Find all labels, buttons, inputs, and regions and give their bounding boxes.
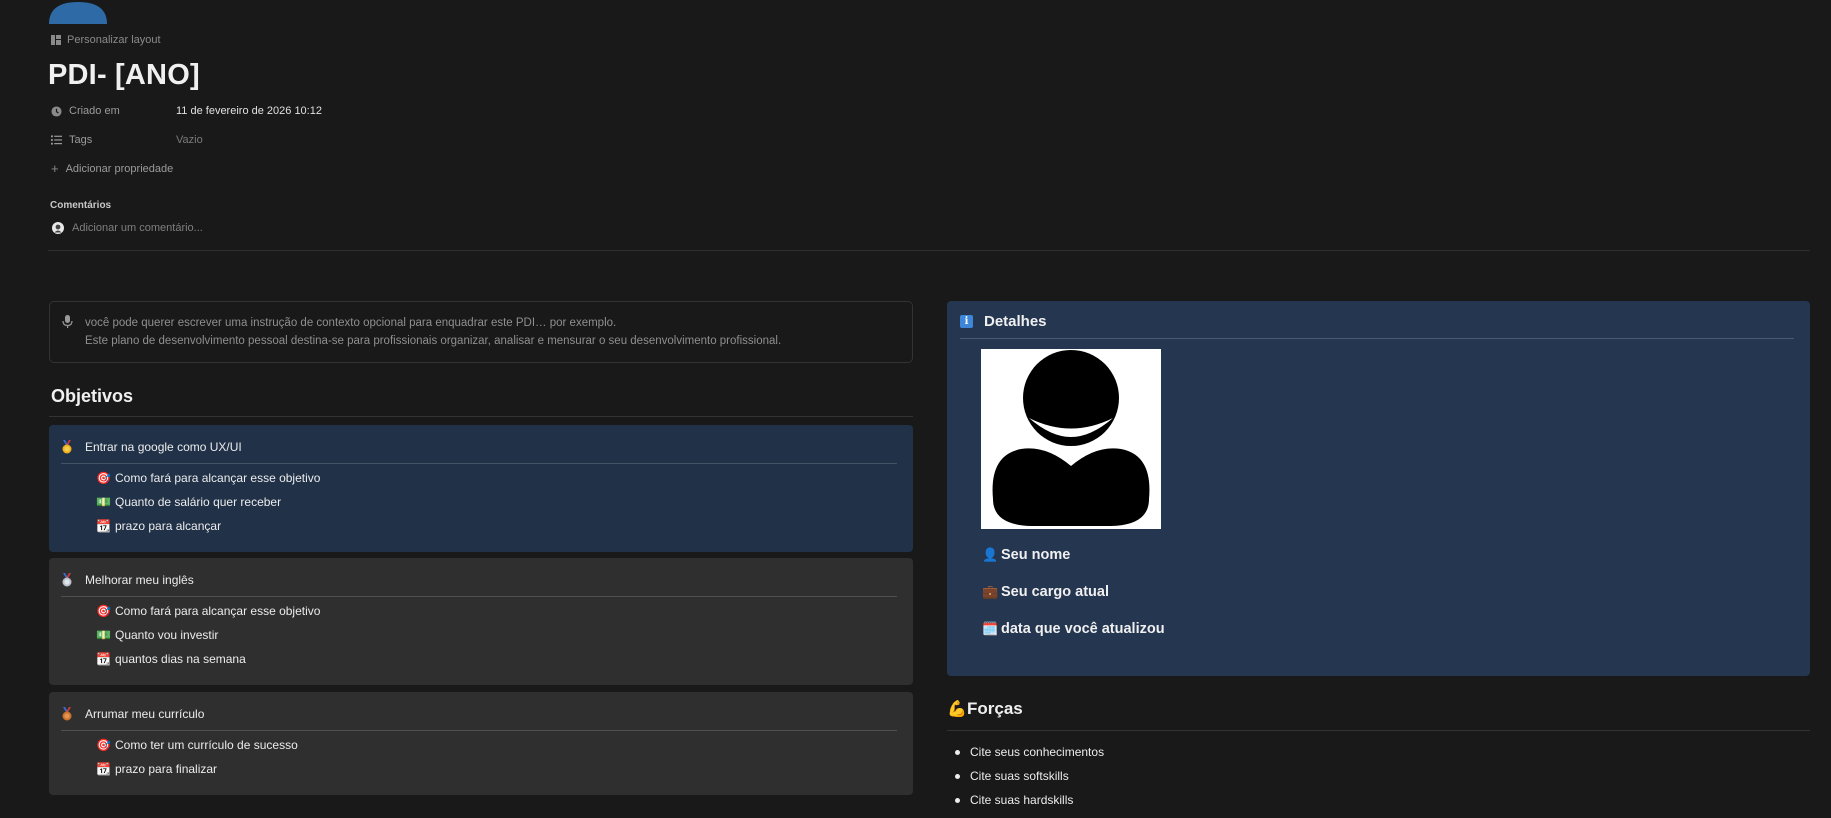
clock-icon <box>51 105 62 117</box>
goal-item-label: Quanto de salário quer receber <box>115 495 282 509</box>
detail-updated-label: data que você atualizou <box>1001 621 1165 637</box>
customize-layout-label: Personalizar layout <box>67 34 161 46</box>
property-created[interactable]: Criado em 11 de fevereiro de 2026 10:12 <box>51 105 322 117</box>
goal-title: Entrar na google como UX/UI <box>85 440 242 454</box>
detail-name[interactable]: 👤 Seu nome <box>982 547 1071 563</box>
briefcase-icon: 💼 <box>982 584 999 599</box>
property-created-value: 11 de fevereiro de 2026 10:12 <box>176 105 322 117</box>
forces-list: Cite seus conhecimentos Cite suas softsk… <box>955 740 1104 812</box>
target-icon: 🎯 <box>96 738 111 752</box>
detail-updated[interactable]: 🗓️ data que você atualizou <box>982 621 1165 637</box>
property-tags[interactable]: Tags Vazio <box>51 134 203 146</box>
context-callout[interactable]: você pode querer escrever uma instrução … <box>49 301 913 363</box>
forces-divider <box>947 730 1810 731</box>
comment-input[interactable]: Adicionar um comentário... <box>52 222 203 234</box>
money-icon: 💵 <box>96 628 111 642</box>
layout-icon <box>51 35 61 45</box>
microphone-icon <box>62 315 73 328</box>
property-created-label: Criado em <box>69 105 120 117</box>
goal-item-label: Como fará para alcançar esse objetivo <box>115 604 321 618</box>
list-item-label: Cite suas softskills <box>970 769 1069 783</box>
bullet-icon <box>955 749 960 755</box>
add-property-label: Adicionar propriedade <box>65 163 174 175</box>
list-item-label: Cite suas hardskills <box>970 793 1074 807</box>
goal-item-label: Como fará para alcançar esse objetivo <box>115 471 321 485</box>
property-tags-value[interactable]: Vazio <box>176 134 203 146</box>
header-divider <box>48 250 1810 251</box>
goal-title: Melhorar meu inglês <box>85 573 194 587</box>
detail-name-label: Seu nome <box>1001 547 1071 563</box>
goal-item[interactable]: 💵 Quanto de salário quer receber <box>96 490 897 514</box>
goal-item-label: prazo para alcançar <box>115 519 222 533</box>
page-title[interactable]: PDI- [ANO] <box>48 59 200 92</box>
list-item[interactable]: Cite suas hardskills <box>955 788 1104 812</box>
forces-heading: 💪 Forças <box>947 699 1023 719</box>
details-card[interactable]: i Detalhes 👤 Seu nome 💼 Seu cargo atual … <box>947 301 1810 676</box>
add-property-button[interactable]: + Adicionar propriedade <box>51 161 174 176</box>
user-avatar-icon <box>52 222 64 234</box>
goal-item[interactable]: 🎯 Como fará para alcançar esse objetivo <box>96 466 897 490</box>
person-icon: 👤 <box>982 547 999 562</box>
info-icon: i <box>960 315 973 328</box>
target-icon: 🎯 <box>96 604 111 618</box>
goal-item[interactable]: 📆 prazo para alcançar <box>96 514 897 538</box>
objectives-divider <box>49 416 913 417</box>
bullet-icon <box>955 797 960 803</box>
list-item-label: Cite seus conhecimentos <box>970 745 1105 759</box>
calendar-icon: 🗓️ <box>982 621 999 636</box>
list-item[interactable]: Cite suas softskills <box>955 764 1104 788</box>
forces-title: Forças <box>967 699 1023 718</box>
silver-medal-icon <box>62 573 72 587</box>
page-icon-avatar[interactable] <box>49 0 107 24</box>
goal-item-label: quantos dias na semana <box>115 652 246 666</box>
list-item[interactable]: Cite seus conhecimentos <box>955 740 1104 764</box>
bronze-medal-icon <box>62 707 72 721</box>
goal-item[interactable]: 🎯 Como ter um currículo de sucesso <box>96 733 897 757</box>
goal-item[interactable]: 📆 quantos dias na semana <box>96 647 897 671</box>
comment-placeholder: Adicionar um comentário... <box>72 222 203 234</box>
goal-item[interactable]: 💵 Quanto vou investir <box>96 623 897 647</box>
callout-line-1: você pode querer escrever uma instrução … <box>85 317 617 329</box>
detail-role[interactable]: 💼 Seu cargo atual <box>982 584 1109 600</box>
goal-card[interactable]: Entrar na google como UX/UI 🎯 Como fará p… <box>49 425 913 552</box>
detail-role-label: Seu cargo atual <box>1001 584 1109 600</box>
goal-item[interactable]: 🎯 Como fará para alcançar esse objetivo <box>96 599 897 623</box>
list-icon <box>51 135 62 145</box>
property-tags-label: Tags <box>69 134 93 146</box>
gold-medal-icon <box>62 440 72 454</box>
calendar-icon: 📆 <box>96 519 111 533</box>
customize-layout-button[interactable]: Personalizar layout <box>51 34 161 46</box>
goal-item-label: prazo para finalizar <box>115 762 218 776</box>
calendar-icon: 📆 <box>96 762 111 776</box>
flexed-biceps-icon: 💪 <box>947 701 967 718</box>
calendar-icon: 📆 <box>96 652 111 666</box>
goal-card[interactable]: Arrumar meu currículo 🎯 Como ter um currí… <box>49 692 913 795</box>
goal-item[interactable]: 📆 prazo para finalizar <box>96 757 897 781</box>
bullet-icon <box>955 773 960 779</box>
goal-card[interactable]: Melhorar meu inglês 🎯 Como fará para alca… <box>49 558 913 685</box>
money-icon: 💵 <box>96 495 111 509</box>
profile-image[interactable] <box>981 349 1161 529</box>
goal-item-label: Como ter um currículo de sucesso <box>115 738 298 752</box>
target-icon: 🎯 <box>96 471 111 485</box>
plus-icon: + <box>51 161 59 176</box>
comments-heading: Comentários <box>50 200 112 211</box>
details-title: Detalhes <box>984 313 1047 330</box>
callout-line-2: Este plano de desenvolvimento pessoal de… <box>85 335 782 347</box>
goal-item-label: Quanto vou investir <box>115 628 219 642</box>
objectives-heading: Objetivos <box>51 386 134 406</box>
goal-title: Arrumar meu currículo <box>85 707 205 721</box>
